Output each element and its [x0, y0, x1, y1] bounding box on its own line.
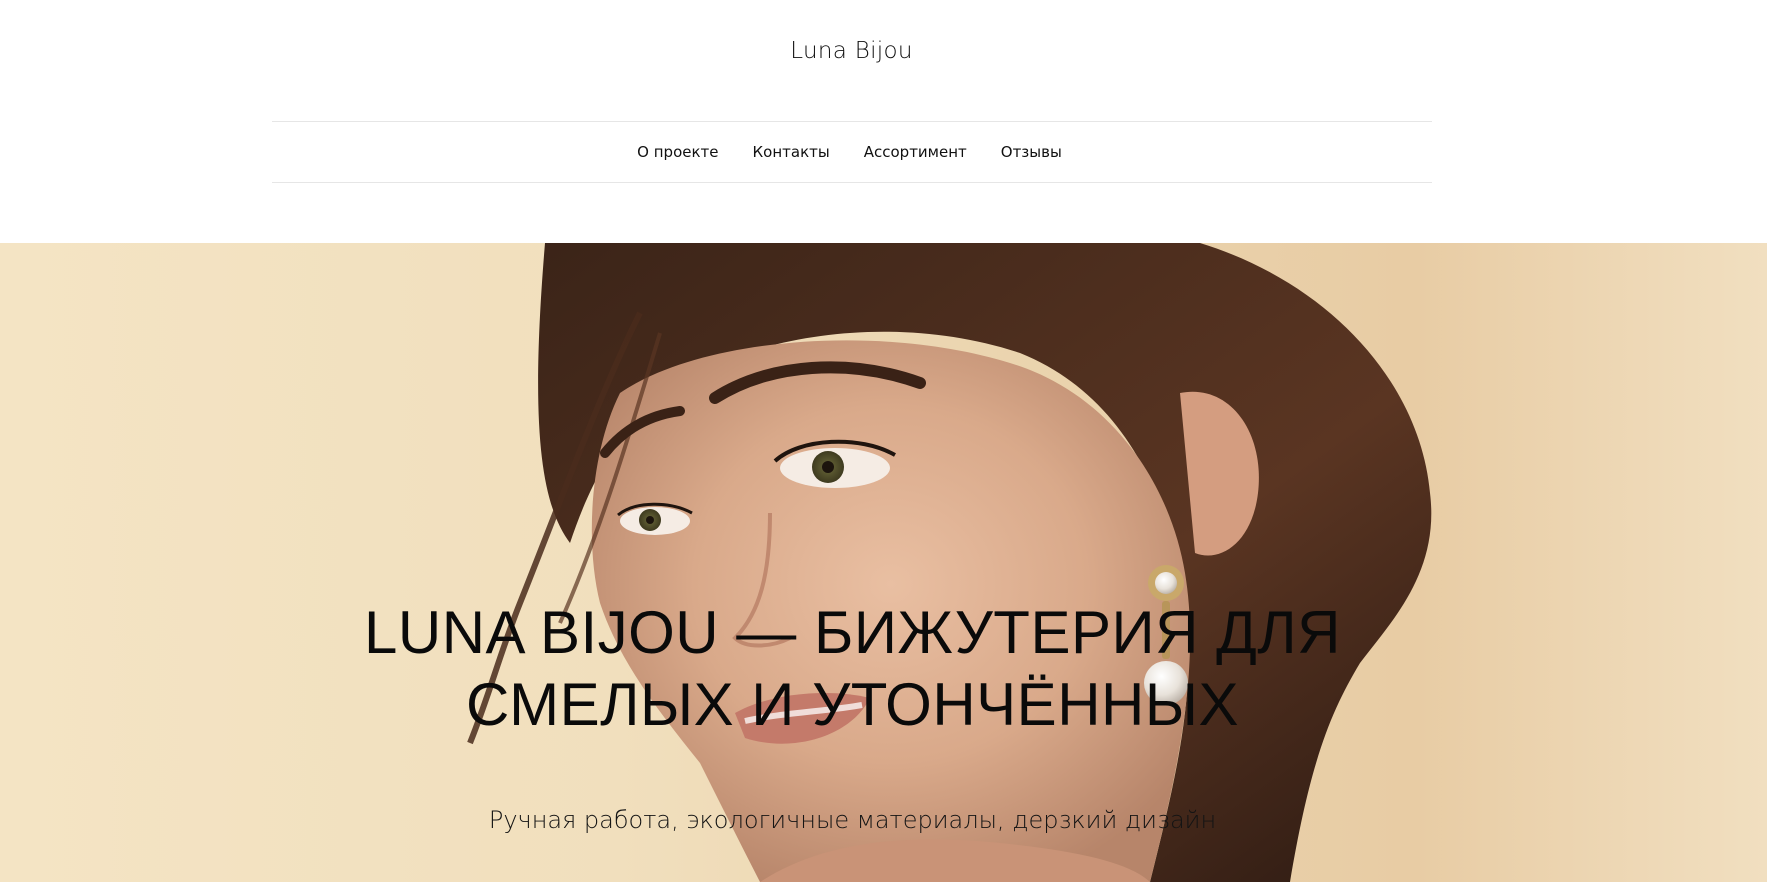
- nav-item-contacts[interactable]: Контакты: [753, 143, 830, 161]
- hero-title-line-2: СМЕЛЫХ И УТОНЧЁННЫХ: [465, 671, 1240, 738]
- site-logo[interactable]: Luna Bijou: [0, 38, 1703, 64]
- nav-links: О проекте Контакты Ассортимент Отзывы: [637, 143, 1062, 161]
- hero-subtitle: Ручная работа, экологичные материалы, де…: [488, 806, 1217, 834]
- hero-portrait-image: [467, 243, 1432, 882]
- nav-item-assortment[interactable]: Ассортимент: [864, 143, 967, 161]
- main-navigation: О проекте Контакты Ассортимент Отзывы: [272, 121, 1432, 183]
- nav-item-reviews[interactable]: Отзывы: [1001, 143, 1062, 161]
- hero-title-line-1: LUNA BIJOU — БИЖУТЕРИЯ ДЛЯ: [364, 599, 1341, 666]
- nav-item-about[interactable]: О проекте: [637, 143, 718, 161]
- site-header: Luna Bijou О проекте Контакты Ассортимен…: [0, 0, 1767, 243]
- hero-title: LUNA BIJOU — БИЖУТЕРИЯ ДЛЯ СМЕЛЫХ И УТОН…: [0, 597, 1705, 741]
- hero-section: LUNA BIJOU — БИЖУТЕРИЯ ДЛЯ СМЕЛЫХ И УТОН…: [0, 243, 1767, 882]
